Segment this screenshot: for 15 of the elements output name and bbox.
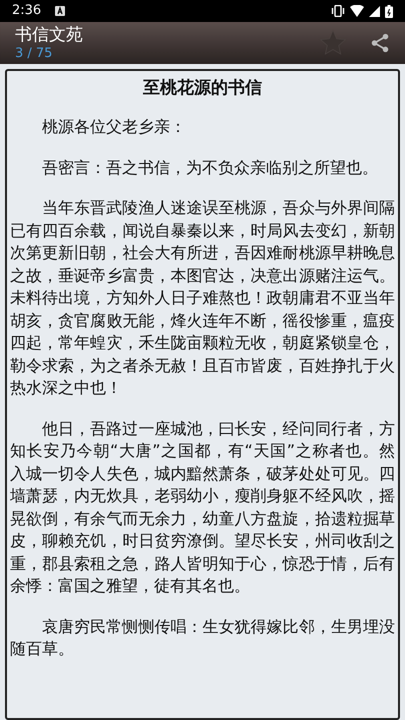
notification-icon [55,6,66,16]
letter-paragraph: 桃源各位父老乡亲： [41,116,187,138]
letter-paragraph: 哀唐穷民常恻恻传唱：生女犹得嫁比邻，生男埋没随百草。 [10,616,395,660]
page-counter: 3 / 75 [15,46,54,60]
letter-paragraph: 他日，吾路过一座城池，曰长安，经问同行者，方知长安乃今朝“大唐”之国都，有“天国”之称者也。然入城一切令人失色，城内黯然萧条，破茅处处可见。四墙萧瑟，内无炊具，老弱幼小，瘦削身躯不经风吹，摇晃欲倒，有余气而无余力，幼童八方盘旋，拾遗粒掘草皮，聊赖充饥，时日贫穷潦倒。望尽长安，州司收刮之重，郡县索租之急，路人皆明知于心，惊恐于情，后有余悸：富国之雅望，徒有其名也。 [10,418,395,597]
status-time: 2:36 [12,2,42,20]
app-title: 书信文苑 [15,26,83,44]
letter-paragraph: 吾密言：吾之书信，为不负众亲临别之所望也。 [41,156,379,178]
battery-icon [385,4,393,18]
letter-paragraph: 当年东晋武陵渔人迷途误至桃源，吾众与外界间隔已有四百余载，闻说自暴秦以来，时局风去变幻，新朝次第更新旧朝，社会大有所进，吾因难耐桃源早耕晚息之故，垂诞帝乡富贵，本图官达，决意出源赌注运气。未料待出境，方知外人日子难熬也！政朝庸君不亚当年胡亥，贪官腐败无能，烽火连年不断，徭役惨重，瘟疫四起，常年蝗灾，禾生陇亩颗粒无收，朝庭紧锁皇仓，勒令求索，为之者杀无赦！且百市皆废，百姓挣扎于火热水深之中也！ [10,197,395,399]
signal-icon [369,6,380,16]
vibrate-icon [331,5,345,17]
wifi-icon [350,5,364,17]
share-button[interactable] [369,32,391,54]
letter-title: 至桃花源的书信 [142,77,263,100]
